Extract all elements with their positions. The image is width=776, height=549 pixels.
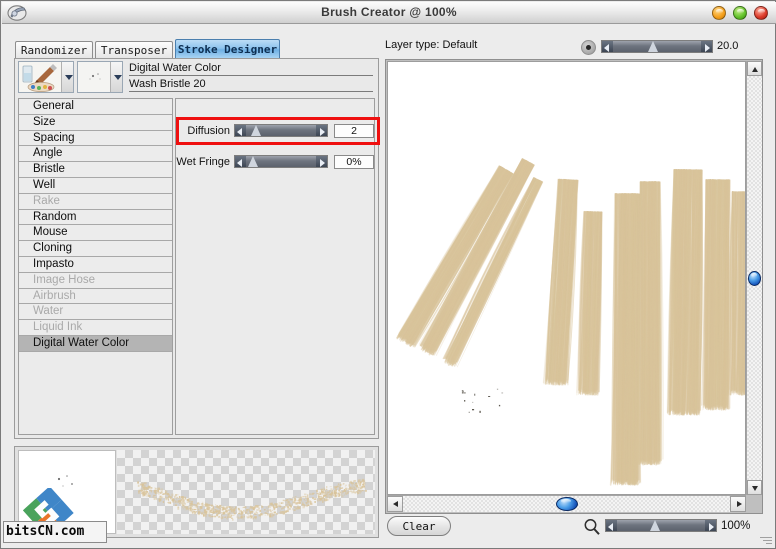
- list-item[interactable]: Spacing: [19, 130, 172, 147]
- diffusion-control: Diffusion 2: [180, 124, 374, 138]
- brush-palette-icon: [19, 62, 61, 92]
- brush-name-display: Digital Water Color Wash Bristle 20: [127, 61, 375, 93]
- canvas-horizontal-scrollbar[interactable]: [387, 495, 746, 512]
- transparency-checker: [117, 450, 375, 534]
- tab-randomizer[interactable]: Randomizer: [15, 41, 93, 59]
- opacity-slider[interactable]: [601, 40, 713, 53]
- scroll-left-arrow-icon[interactable]: [387, 496, 403, 512]
- brush-category-dropdown[interactable]: [18, 61, 74, 93]
- list-item: Liquid Ink: [19, 320, 172, 336]
- list-item[interactable]: Size: [19, 114, 172, 131]
- brush-creator-window: Brush Creator @ 100% Randomizer Transpos…: [0, 0, 776, 549]
- list-item[interactable]: General: [19, 99, 172, 115]
- slider-left-arrow-icon[interactable]: [602, 41, 613, 52]
- diffusion-value[interactable]: 2: [334, 124, 374, 138]
- list-item: Rake: [19, 193, 172, 210]
- dab-dot-icon: [581, 40, 596, 55]
- list-item[interactable]: Mouse: [19, 225, 172, 242]
- layer-type-label: Layer type: Default: [385, 39, 478, 51]
- chevron-down-icon[interactable]: [110, 62, 122, 92]
- diffusion-label: Diffusion: [187, 125, 230, 137]
- scroll-up-arrow-icon[interactable]: [747, 61, 762, 76]
- diffusion-slider-thumb[interactable]: [250, 125, 261, 136]
- scroll-down-arrow-icon[interactable]: [747, 480, 762, 495]
- canvas-area: [385, 59, 763, 514]
- diffusion-slider[interactable]: [234, 124, 328, 137]
- wet-fringe-value[interactable]: 0%: [334, 155, 374, 169]
- horizontal-scroll-thumb[interactable]: [555, 497, 578, 511]
- list-item: Airbrush: [19, 288, 172, 305]
- scroll-right-arrow-icon[interactable]: [730, 496, 746, 512]
- opacity-slider-thumb[interactable]: [648, 41, 659, 52]
- canvas-vertical-scrollbar[interactable]: [746, 61, 762, 495]
- list-item[interactable]: Random: [19, 209, 172, 226]
- magnifier-icon: [583, 518, 601, 536]
- list-item: Water: [19, 304, 172, 321]
- brush-variant-name: Wash Bristle 20: [129, 77, 373, 92]
- slider-right-arrow-icon[interactable]: [316, 125, 327, 136]
- slider-right-arrow-icon[interactable]: [316, 156, 327, 167]
- slider-left-arrow-icon[interactable]: [235, 156, 246, 167]
- tab-stroke-designer[interactable]: Stroke Designer: [175, 39, 280, 59]
- title-bar: Brush Creator @ 100%: [2, 2, 776, 24]
- watermark-text: bitsCN.com: [3, 521, 107, 543]
- list-item: Image Hose: [19, 272, 172, 289]
- tab-transposer[interactable]: Transposer: [95, 41, 173, 59]
- wet-fringe-slider-thumb[interactable]: [247, 156, 258, 167]
- zoom-value: 100%: [721, 520, 751, 532]
- list-item[interactable]: Bristle: [19, 162, 172, 178]
- chevron-down-icon[interactable]: [61, 62, 73, 92]
- list-item[interactable]: Angle: [19, 146, 172, 163]
- wet-fringe-slider[interactable]: [234, 155, 328, 168]
- slider-left-arrow-icon[interactable]: [606, 520, 617, 531]
- list-item[interactable]: Digital Water Color: [19, 335, 172, 352]
- resize-grip[interactable]: [760, 533, 772, 545]
- diffusion-slider-track[interactable]: [246, 125, 316, 136]
- wet-fringe-slider-track[interactable]: [246, 156, 316, 167]
- slider-left-arrow-icon[interactable]: [235, 125, 246, 136]
- maximize-button[interactable]: [733, 6, 747, 20]
- list-item[interactable]: Cloning: [19, 241, 172, 257]
- brush-category-name: Digital Water Color: [129, 61, 373, 76]
- stroke-designer-panel: Digital Water Color Wash Bristle 20 Gene…: [14, 58, 379, 439]
- opacity-value: 20.0: [717, 40, 739, 52]
- option-pane: Diffusion 2 Wet Fringe 0%: [175, 98, 375, 435]
- clear-button[interactable]: Clear: [387, 516, 451, 536]
- slider-right-arrow-icon[interactable]: [701, 41, 712, 52]
- stroke-canvas[interactable]: [387, 61, 746, 495]
- zoom-slider-track[interactable]: [617, 520, 705, 531]
- close-button[interactable]: [754, 6, 768, 20]
- brush-selector-row: Digital Water Color Wash Bristle 20: [15, 59, 378, 95]
- opacity-slider-track[interactable]: [613, 41, 701, 52]
- slider-right-arrow-icon[interactable]: [705, 520, 716, 531]
- list-item[interactable]: Impasto: [19, 256, 172, 273]
- window-title: Brush Creator @ 100%: [321, 5, 457, 19]
- wet-fringe-control: Wet Fringe 0%: [176, 155, 374, 169]
- zoom-slider-thumb[interactable]: [649, 520, 660, 531]
- control-category-list[interactable]: General Size Spacing Angle Bristle Well Rake Ra…: [18, 98, 173, 435]
- zoom-slider[interactable]: [605, 519, 717, 532]
- dab-preview-icon: [78, 62, 110, 92]
- list-item[interactable]: Well: [19, 177, 172, 194]
- minimize-button[interactable]: [712, 6, 726, 20]
- wet-fringe-label: Wet Fringe: [176, 156, 230, 168]
- brush-variant-dropdown[interactable]: [77, 61, 123, 93]
- window-controls: [712, 6, 770, 21]
- vertical-scroll-thumb[interactable]: [748, 270, 761, 286]
